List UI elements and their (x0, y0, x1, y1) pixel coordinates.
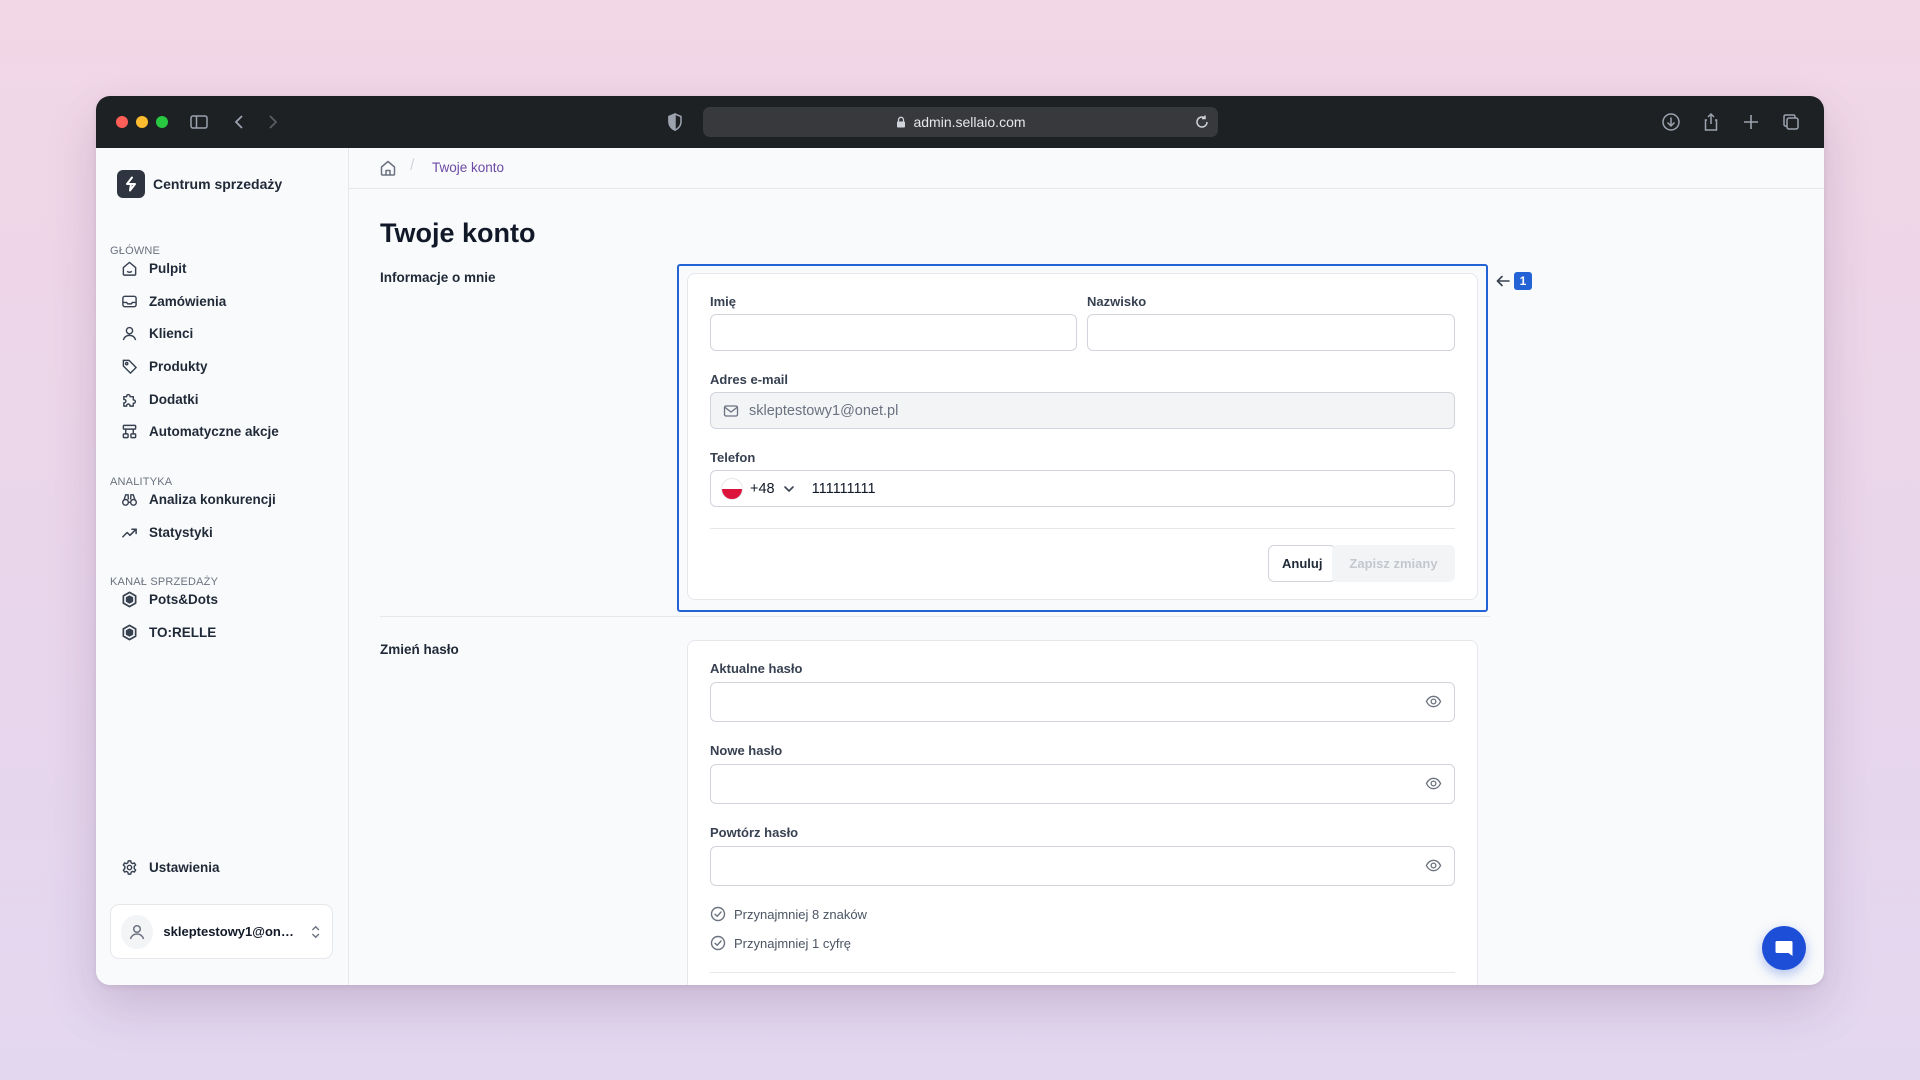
home-icon (122, 261, 137, 276)
tag-icon (122, 359, 137, 374)
store-hex-icon (122, 624, 137, 640)
forward-icon[interactable] (262, 112, 282, 132)
tabs-overview-icon[interactable] (1781, 112, 1801, 132)
current-password-input[interactable] (710, 682, 1455, 722)
sidebar-item-label: Ustawienia (149, 859, 220, 875)
sidebar-item-label: Automatyczne akcje (149, 423, 279, 439)
sidebar-item-label: Zamówienia (149, 293, 227, 309)
sidebar-item-label: TO:RELLE (149, 624, 217, 640)
new-password-label: Nowe hasło (710, 743, 783, 758)
sidebar-item-torelle[interactable]: TO:RELLE (110, 617, 332, 647)
sidebar-item-automatyczne-akcje[interactable]: Automatyczne akcje (110, 416, 332, 446)
user-email: skleptestowy1@onet.pl (163, 924, 299, 939)
inbox-icon (122, 295, 137, 307)
download-icon[interactable] (1661, 112, 1681, 132)
sidebar-item-ustawienia[interactable]: Ustawienia (110, 852, 332, 882)
chat-support-button[interactable] (1762, 926, 1806, 970)
breadcrumb-separator: / (410, 157, 415, 174)
arrow-left-icon (1496, 275, 1510, 287)
password-form-card: Aktualne hasło Nowe hasło Powtórz hasło … (687, 640, 1478, 985)
sidebar-item-dodatki[interactable]: Dodatki (110, 384, 332, 414)
sidebar-item-label: Analiza konkurencji (149, 491, 276, 507)
user-icon (129, 924, 145, 939)
section-title-password: Zmień hasło (380, 642, 459, 657)
password-requirement: Przynajmniej 8 znaków (710, 906, 867, 922)
trending-up-icon (122, 527, 137, 538)
section-title-info: Informacje o mnie (380, 270, 496, 285)
sidebar-item-label: Pots&Dots (149, 591, 219, 607)
sidebar-item-analiza-konkurencji[interactable]: Analiza konkurencji (110, 484, 332, 514)
sidebar-item-pots-dots[interactable]: Pots&Dots (110, 584, 332, 614)
sidebar-item-label: Dodatki (149, 391, 199, 407)
gear-icon (122, 859, 137, 875)
breadcrumb-current[interactable]: Twoje konto (432, 160, 504, 175)
sidebar-item-produkty[interactable]: Produkty (110, 351, 332, 381)
sidebar-toggle-icon[interactable] (189, 112, 209, 132)
new-password-input[interactable] (710, 764, 1455, 804)
home-icon[interactable] (379, 159, 397, 177)
sidebar-item-label: Pulpit (149, 260, 187, 276)
avatar (121, 914, 154, 949)
check-circle-icon (710, 906, 726, 922)
browser-toolbar: admin.sellaio.com (96, 96, 1824, 148)
password-requirement: Przynajmniej 1 cyfrę (710, 935, 851, 951)
maximize-window-button[interactable] (156, 116, 168, 128)
page-title: Twoje konto (380, 218, 536, 248)
annotation-badge: 1 (1514, 272, 1532, 290)
user-icon (122, 326, 137, 340)
window-controls (116, 116, 168, 128)
back-icon[interactable] (230, 112, 250, 132)
brand-logo-icon (117, 170, 145, 198)
sidebar-item-pulpit[interactable]: Pulpit (110, 253, 332, 283)
sidebar-item-label: Produkty (149, 358, 208, 374)
requirement-text: Przynajmniej 8 znaków (734, 906, 867, 922)
main-content: / Twoje konto Twoje konto Informacje o m… (349, 148, 1824, 985)
sidebar-item-statystyki[interactable]: Statystyki (110, 517, 332, 547)
workflow-icon (122, 424, 137, 438)
new-tab-icon[interactable] (1741, 112, 1761, 132)
binoculars-icon (121, 493, 138, 506)
close-window-button[interactable] (116, 116, 128, 128)
eye-icon[interactable] (1425, 775, 1442, 792)
store-hex-icon (122, 591, 137, 607)
requirement-text: Przynajmniej 1 cyfrę (734, 935, 852, 951)
brand-name: Centrum sprzedaży (153, 176, 283, 192)
sidebar-item-klienci[interactable]: Klienci (110, 318, 332, 348)
sidebar-item-label: Statystyki (149, 524, 213, 540)
lock-icon (897, 116, 906, 128)
sidebar-item-zamowienia[interactable]: Zamówienia (110, 286, 332, 316)
url-text: admin.sellaio.com (913, 114, 1026, 130)
address-bar[interactable]: admin.sellaio.com (703, 107, 1218, 137)
chat-bubble-icon (1775, 941, 1793, 956)
reload-icon[interactable] (1194, 114, 1210, 130)
brand[interactable]: Centrum sprzedaży (117, 170, 282, 198)
annotation-marker: 1 (1495, 272, 1532, 290)
sidebar-item-label: Klienci (149, 325, 194, 341)
check-circle-icon (710, 935, 726, 951)
user-account-switcher[interactable]: skleptestowy1@onet.pl (110, 904, 333, 959)
section-divider (380, 616, 1490, 617)
annotation-highlight-box (677, 264, 1488, 612)
sidebar: Centrum sprzedaży GŁÓWNE Pulpit Zamówien… (96, 148, 349, 985)
minimize-window-button[interactable] (136, 116, 148, 128)
eye-icon[interactable] (1425, 693, 1442, 710)
current-password-label: Aktualne hasło (710, 661, 803, 676)
repeat-password-label: Powtórz hasło (710, 825, 799, 840)
puzzle-icon (123, 393, 137, 407)
chevron-up-down-icon (311, 925, 319, 938)
browser-window: admin.sellaio.com Centrum sprzedaży GŁÓW… (96, 96, 1824, 985)
eye-icon[interactable] (1425, 857, 1442, 874)
shield-icon[interactable] (665, 112, 685, 132)
breadcrumb: / Twoje konto (349, 148, 1824, 189)
repeat-password-input[interactable] (710, 846, 1455, 886)
form-divider (710, 972, 1455, 973)
share-icon[interactable] (1701, 112, 1721, 132)
